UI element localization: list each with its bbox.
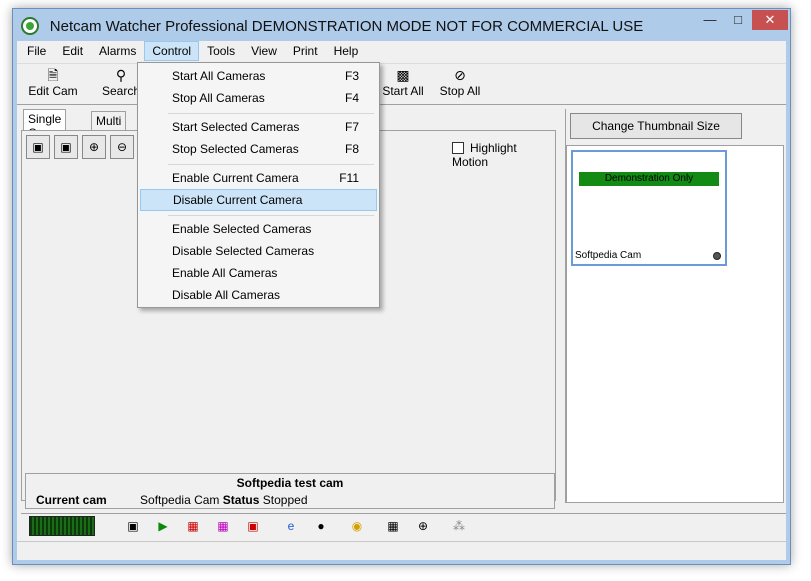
menu-alarms[interactable]: Alarms [91,41,144,61]
signal-meter [29,516,95,536]
menu-enable-all-cameras[interactable]: Enable All Cameras [140,262,377,284]
edit-cam-button[interactable]: 🗎 Edit Cam [25,66,81,104]
target-icon[interactable]: ⊕ [413,516,433,536]
puzzle-icon[interactable]: ▦ [383,516,403,536]
walking-man-icon[interactable]: ⁂ [449,516,469,536]
internet-explorer-icon[interactable]: e [281,516,301,536]
start-all-button[interactable]: ▩ Start All [375,66,431,104]
control-menu-dropdown: Start All Cameras F3 Stop All Cameras F4… [137,62,380,308]
camera-thumbnail[interactable]: Demonstration Only Softpedia Cam [571,150,727,266]
monitor-alt-icon[interactable]: ▣ [54,135,78,159]
demo-banner: Demonstration Only [579,172,719,186]
title-bar[interactable]: Netcam Watcher Professional DEMONSTRATIO… [13,9,790,41]
menu-file[interactable]: File [19,41,54,61]
menu-enable-selected-cameras[interactable]: Enable Selected Cameras [140,218,377,240]
camera-name: Softpedia test cam [236,476,344,490]
zoom-out-icon[interactable]: ⊖ [110,135,134,159]
lock-icon[interactable]: ● [311,516,331,536]
stop-icon: ⊘ [454,67,466,83]
tab-multi-cam[interactable]: Multi Cam [91,111,127,142]
menu-stop-selected-cameras[interactable]: Stop Selected Cameras F8 [140,138,377,160]
grid-red-icon[interactable]: ▦ [183,516,203,536]
monitor-icon[interactable]: ▣ [26,135,50,159]
checkbox-icon [452,142,464,154]
camera-info-panel: Softpedia test cam Current cam Softpedia… [25,473,555,509]
document-icon: 🗎 [47,67,59,83]
change-thumbnail-size-button[interactable]: Change Thumbnail Size [570,113,742,139]
menu-start-selected-cameras[interactable]: Start Selected Cameras F7 [140,116,377,138]
thumbnail-panel: Change Thumbnail Size Demonstration Only… [565,109,784,503]
stop-square-icon[interactable]: ▣ [123,516,143,536]
lightbulb-icon[interactable]: ◉ [347,516,367,536]
app-window: Netcam Watcher Professional DEMONSTRATIO… [12,8,791,565]
grid-magenta-icon[interactable]: ▦ [213,516,233,536]
current-cam-row: Current cam Softpedia Cam Status Stopped [36,493,308,507]
camera-icon: ▩ [396,67,410,83]
toolbar: 🗎 Edit Cam ⚲ Search ▩ Start All ⊘ Stop A… [17,63,786,105]
menu-help[interactable]: Help [326,41,367,61]
menu-stop-all-cameras[interactable]: Stop All Cameras F4 [140,87,377,109]
bottom-toolbar: ▣ ▶ ▦ ▦ ▣ e ● ◉ ▦ ⊕ ⁂ [21,513,786,539]
stop-all-button[interactable]: ⊘ Stop All [437,66,483,104]
menu-separator [168,215,374,216]
zoom-in-icon[interactable]: ⊕ [82,135,106,159]
play-icon[interactable]: ▶ [153,516,173,536]
thumbnail-area: Demonstration Only Softpedia Cam [566,145,784,503]
client-area: File Edit Alarms Control Tools View Prin… [17,41,786,560]
menu-control[interactable]: Control [144,41,200,61]
maximize-button[interactable]: □ [725,10,751,30]
window-title: Netcam Watcher Professional DEMONSTRATIO… [49,18,644,35]
menu-start-all-cameras[interactable]: Start All Cameras F3 [140,65,377,87]
menu-print[interactable]: Print [285,41,326,61]
menu-enable-current-camera[interactable]: Enable Current Camera F11 [140,167,377,189]
minimize-button[interactable]: — [697,10,723,30]
menu-disable-current-camera[interactable]: Disable Current Camera [140,189,377,211]
tab-single-cam[interactable]: Single Cam [23,109,67,140]
menu-separator [168,113,374,114]
menu-disable-selected-cameras[interactable]: Disable Selected Cameras [140,240,377,262]
close-button[interactable]: ✕ [752,10,788,30]
thumbnail-label: Softpedia Cam [575,250,642,261]
menu-separator [168,164,374,165]
menu-bar: File Edit Alarms Control Tools View Prin… [17,41,786,61]
status-dot-icon [713,252,721,260]
highlight-motion-checkbox[interactable]: Highlight Motion [452,141,555,169]
menu-view[interactable]: View [243,41,285,61]
record-icon[interactable]: ▣ [243,516,263,536]
status-bar [17,541,786,560]
menu-tools[interactable]: Tools [199,41,243,61]
menu-disable-all-cameras[interactable]: Disable All Cameras [140,284,377,306]
menu-edit[interactable]: Edit [54,41,91,61]
